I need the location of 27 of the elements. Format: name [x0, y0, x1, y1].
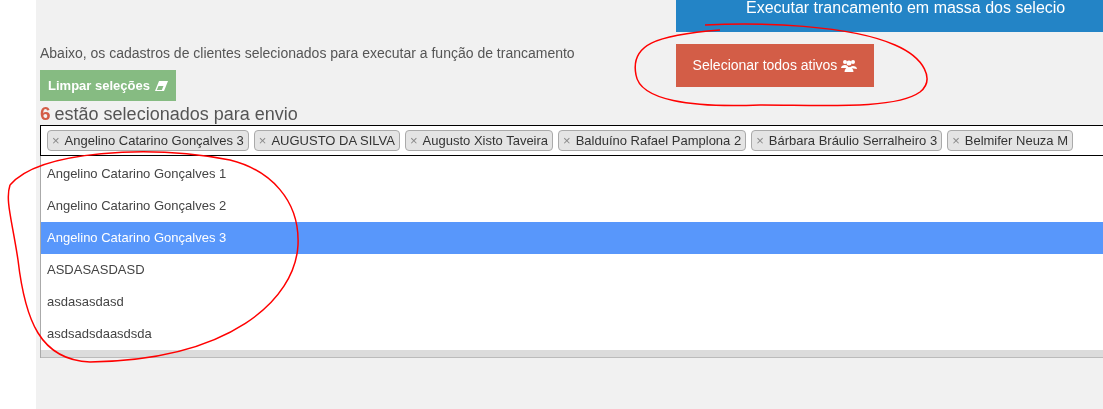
option-item[interactable]: ASDASASDASD: [41, 254, 1103, 286]
tag-label: Augusto Xisto Taveira: [422, 131, 549, 150]
selected-count-label: estão selecionados para envio: [54, 104, 298, 125]
tag-label: AUGUSTO DA SILVA: [271, 131, 395, 150]
option-item[interactable]: asdsadsdaasdsda: [41, 318, 1103, 350]
tag-label: Angelino Catarino Gonçalves 3: [64, 131, 244, 150]
remove-tag-button[interactable]: ×: [409, 130, 418, 151]
clear-selections-button[interactable]: Limpar seleções: [40, 70, 176, 101]
select-all-active-button[interactable]: Selecionar todos ativos: [676, 44, 874, 87]
tag-label: Belmifer Neuza M: [964, 131, 1069, 150]
description-text: Abaixo, os cadastros de clientes selecionados para executar a função de trancamento: [40, 44, 576, 62]
remove-tag-button[interactable]: ×: [563, 130, 571, 151]
tag-label: Balduíno Rafael Pamplona 2: [575, 131, 742, 150]
remove-tag-button[interactable]: ×: [258, 130, 267, 151]
mass-lock-button[interactable]: Executar trancamento em massa dos selecio: [676, 0, 1103, 32]
selected-count: 6: [40, 103, 51, 124]
option-item[interactable]: Angelino Catarino Gonçalves 1: [41, 158, 1103, 190]
users-icon: [841, 59, 858, 72]
option-item[interactable]: Angelino Catarino Gonçalves 2: [41, 190, 1103, 222]
remove-tag-button[interactable]: ×: [52, 130, 60, 151]
eraser-icon: [154, 80, 168, 91]
option-item[interactable]: Angelino Catarino Gonçalves 3: [41, 222, 1103, 254]
remove-tag-button[interactable]: ×: [756, 130, 764, 151]
tag-input[interactable]: × Angelino Catarino Gonçalves 3 × AUGUSTO DA SILVA × Augusto Xisto Taveira × Balduíno Rafael Pamplona 2 × Bárbara Bráulio Serralheiro 3 × Belmifer Neuza M: [40, 125, 1103, 156]
remove-tag-button[interactable]: ×: [952, 130, 960, 151]
tag-label: Bárbara Bráulio Serralheiro 3: [768, 131, 938, 150]
option-item[interactable]: asdasasdasd: [41, 286, 1103, 318]
